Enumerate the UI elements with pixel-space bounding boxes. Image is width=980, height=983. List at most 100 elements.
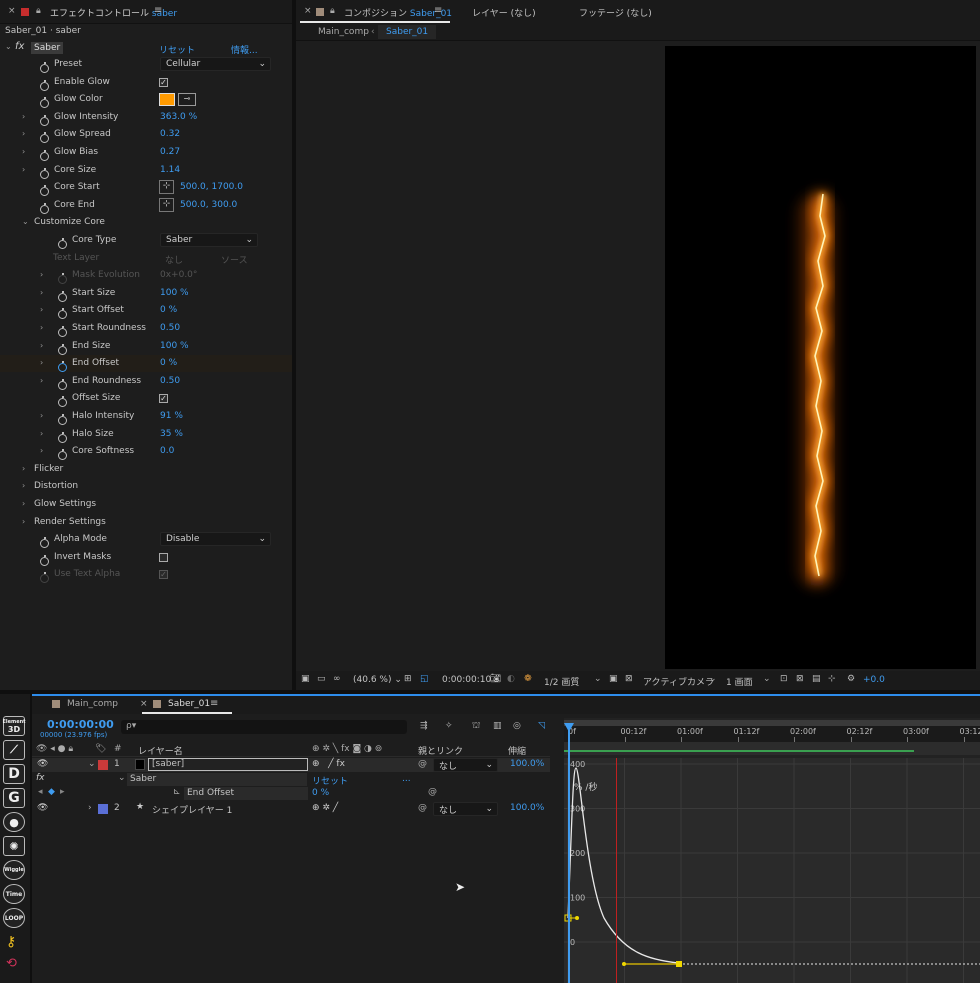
effect-reset-link[interactable]: リセット — [312, 774, 348, 787]
stopwatch-icon[interactable] — [58, 361, 67, 373]
playhead[interactable] — [568, 723, 570, 983]
end-offset-label[interactable]: End Offset — [184, 787, 308, 800]
twirl-icon[interactable]: ⌄ — [22, 217, 29, 226]
stopwatch-icon[interactable] — [58, 378, 67, 390]
timeline-timecode[interactable]: 0:00:00:00 — [47, 718, 114, 731]
twirl-icon[interactable]: › — [40, 288, 43, 297]
comp-lock-icon[interactable]: 🔒︎ — [330, 6, 335, 16]
duik-d-icon[interactable]: D — [3, 764, 25, 784]
point-value[interactable]: 500.0, 1700.0 — [180, 182, 243, 192]
prop-value[interactable]: 0 % — [160, 305, 177, 315]
visibility-icon[interactable]: 👁︎ — [37, 759, 48, 769]
toggle-pixel-icon[interactable]: ⊡ — [780, 674, 788, 684]
crumb-saber[interactable]: Saber_01 — [378, 25, 437, 39]
twirl-icon[interactable]: › — [40, 376, 43, 385]
layer-switches-icons[interactable]: ⊕ ╱ fx — [312, 759, 345, 769]
graph-toggle-icon[interactable]: ⊾ — [173, 787, 181, 797]
splash-icon[interactable]: ✺ — [3, 836, 25, 856]
stretch-value-1[interactable]: 100.0% — [510, 759, 544, 769]
info-link[interactable]: 情報... — [231, 43, 258, 56]
point-value[interactable]: 500.0, 300.0 — [180, 200, 237, 210]
stopwatch-icon[interactable] — [58, 290, 67, 302]
loop-icon[interactable]: LOOP — [3, 908, 25, 928]
twirl-icon[interactable]: › — [22, 147, 25, 156]
prop-value[interactable]: 0 % — [160, 358, 177, 368]
expression-pickwhip-icon[interactable]: @ — [428, 787, 437, 797]
flowchart-icon[interactable]: ⊹ — [828, 674, 836, 684]
curve-tool-icon[interactable]: ⟋ — [3, 740, 25, 760]
reset-link[interactable]: リセット — [159, 43, 195, 56]
prop-value[interactable]: 0.50 — [160, 376, 180, 386]
timeline-tab-saber[interactable]: Saber_01 — [168, 699, 210, 709]
timeline-search-input[interactable]: ρ▾ — [121, 720, 407, 734]
zoom-dropdown[interactable]: (40.6 %) ⌄ — [353, 675, 402, 685]
timeline-tab-main-comp[interactable]: Main_comp — [67, 699, 118, 709]
twirl-icon[interactable]: › — [40, 341, 43, 350]
stopwatch-icon[interactable] — [58, 273, 67, 285]
prop-dropdown[interactable]: Saber ⌄ — [160, 233, 258, 247]
show-snapshot-icon[interactable]: ◐ — [507, 674, 515, 684]
stopwatch-icon[interactable] — [58, 449, 67, 461]
time-icon[interactable]: Time — [3, 884, 25, 904]
twirl-icon[interactable]: › — [22, 499, 25, 508]
twirl-icon[interactable]: › — [22, 112, 25, 121]
next-keyframe-icon[interactable]: ▸ — [60, 787, 65, 797]
effect-name[interactable]: Saber — [31, 42, 64, 54]
resolution-dropdown[interactable]: 1/2 画質 — [544, 675, 579, 688]
timeline-icon[interactable]: ▤ — [812, 674, 821, 684]
wiggle-icon[interactable]: Wiggle — [3, 860, 25, 880]
layer-name[interactable]: [saber] — [148, 758, 308, 771]
lock-icon[interactable]: 🔒︎ — [36, 6, 41, 16]
twirl-layer-2-icon[interactable]: › — [88, 803, 92, 813]
prop-value[interactable]: 0.32 — [160, 129, 180, 139]
stopwatch-icon[interactable] — [40, 185, 49, 197]
key-icon[interactable]: ⚷ — [6, 934, 16, 950]
stopwatch-icon[interactable] — [40, 132, 49, 144]
twirl-icon[interactable]: › — [40, 411, 43, 420]
end-offset-value[interactable]: 0 % — [312, 788, 329, 798]
pickwhip-2-icon[interactable]: @ — [418, 803, 427, 813]
crumb-main-comp[interactable]: Main_comp — [318, 27, 369, 37]
close-saber-tab-icon[interactable]: × — [140, 699, 148, 709]
camera-chevron-icon[interactable]: ⌄ — [709, 674, 717, 684]
layer-label-color[interactable] — [98, 760, 108, 770]
stopwatch-icon[interactable] — [40, 79, 49, 91]
stopwatch-icon[interactable] — [40, 150, 49, 161]
prop-value[interactable]: 0.27 — [160, 147, 180, 157]
bomb-icon[interactable]: ● — [3, 812, 25, 832]
comp-viewer[interactable] — [296, 41, 980, 671]
stopwatch-icon[interactable] — [40, 537, 49, 549]
stopwatch-icon[interactable] — [58, 308, 67, 320]
stretch-value-2[interactable]: 100.0% — [510, 803, 544, 813]
prop-value[interactable]: 100 % — [160, 341, 189, 351]
stopwatch-icon[interactable] — [58, 396, 67, 408]
layer-duration-bar[interactable] — [564, 750, 914, 752]
pickwhip-icon[interactable]: @ — [418, 759, 427, 769]
speed-graph[interactable]: 4003002001000 — [564, 758, 980, 983]
stopwatch-icon[interactable] — [40, 97, 49, 109]
prop-value[interactable]: 1.14 — [160, 165, 180, 175]
point-control-icon[interactable]: ⊹ — [159, 197, 174, 212]
panel-menu-icon[interactable]: ≡ — [154, 5, 162, 16]
stretch-header[interactable]: 伸縮 — [508, 744, 526, 757]
time-ruler[interactable]: 0f 00:12f 01:00f 01:12f 02:00f 02:12f 03:00f 03… — [564, 726, 980, 742]
parent-header[interactable]: 親とリンク — [418, 744, 463, 757]
glow-color-swatch[interactable] — [159, 93, 175, 107]
stopwatch-icon[interactable] — [58, 431, 67, 443]
prop-dropdown[interactable]: Disable ⌄ — [160, 532, 271, 547]
close-tab-icon[interactable]: × — [8, 6, 16, 16]
prop-value[interactable]: 35 % — [160, 429, 183, 439]
fast-preview-icon[interactable]: ⊠ — [796, 674, 804, 684]
layer-row-2[interactable]: 👁︎ › 2 ★ シェイプレイヤー 1 ⊕ ✲ ╱ @ なし ⌄ 100.0% — [32, 802, 550, 816]
layer-2-name[interactable]: シェイプレイヤー 1 — [152, 803, 232, 816]
speed-curve[interactable] — [567, 767, 680, 964]
layer-2-label-color[interactable] — [98, 804, 108, 814]
motion-blur-icon[interactable]: ◎ — [513, 721, 521, 731]
draft-3d-icon[interactable]: ✧ — [445, 721, 453, 731]
monitor-icon[interactable]: ▭ — [317, 674, 326, 684]
fx-icon[interactable]: fx — [15, 41, 24, 52]
stopwatch-icon[interactable] — [40, 202, 49, 214]
checkbox[interactable]: ✓ — [159, 394, 168, 404]
stopwatch-icon[interactable] — [40, 114, 49, 126]
views-dropdown[interactable]: 1 画面 — [726, 675, 753, 688]
